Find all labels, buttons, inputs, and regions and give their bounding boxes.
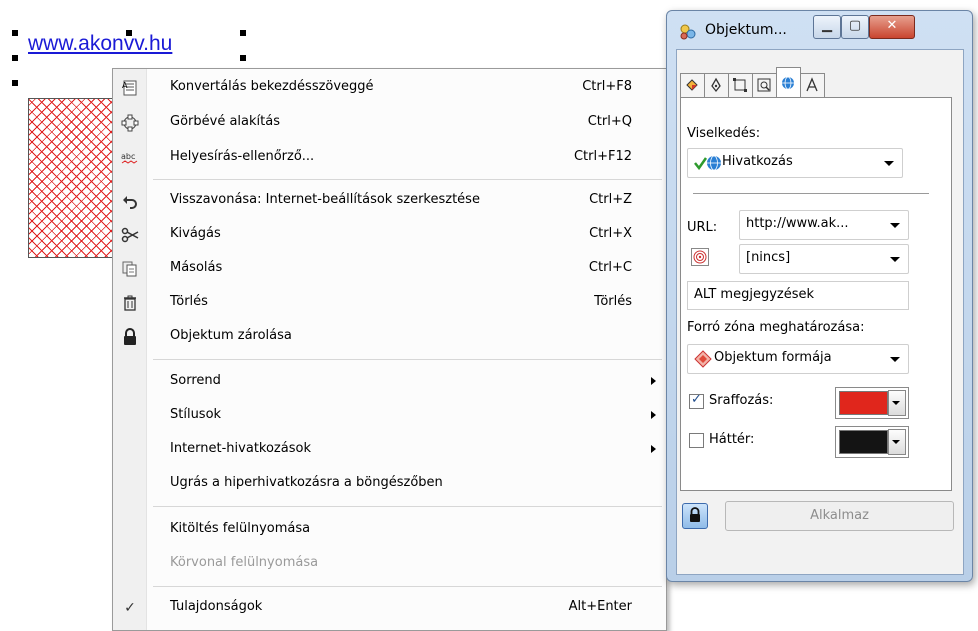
url-label: URL: bbox=[687, 220, 718, 235]
text-a-icon bbox=[806, 77, 818, 92]
menu-separator bbox=[153, 586, 662, 587]
color-dropdown-button[interactable] bbox=[888, 390, 906, 416]
maximize-button[interactable]: ▢ bbox=[841, 15, 869, 39]
svg-text:A: A bbox=[122, 81, 128, 90]
lock-icon bbox=[690, 507, 700, 522]
submenu-arrow-icon bbox=[651, 377, 656, 385]
menu-item-goto-hyperlink[interactable]: Ugrás a hiperhivatkozásra a böngészőben bbox=[113, 469, 666, 498]
submenu-arrow-icon bbox=[651, 445, 656, 453]
background-color-swatch bbox=[839, 430, 888, 454]
trash-icon bbox=[121, 294, 139, 312]
context-menu: A Konvertálás bekezdésszöveggé Ctrl+F8 G… bbox=[112, 68, 667, 631]
hatch-color-swatch bbox=[839, 391, 888, 415]
hatch-label: Sraffozás: bbox=[709, 393, 774, 408]
checkmark-icon: ✓ bbox=[124, 600, 136, 616]
globe-icon bbox=[782, 76, 794, 90]
copy-icon bbox=[121, 260, 139, 278]
selection-handle[interactable] bbox=[12, 80, 18, 86]
menu-separator bbox=[153, 359, 662, 360]
target-frame-dropdown[interactable]: [nincs] bbox=[739, 244, 909, 274]
tab-summary[interactable] bbox=[752, 73, 777, 98]
color-dropdown-button[interactable] bbox=[888, 429, 906, 455]
menu-item-overprint-fill[interactable]: Kitöltés felülnyomása bbox=[113, 515, 666, 544]
submenu-arrow-icon bbox=[651, 411, 656, 419]
hatch-color-picker[interactable] bbox=[835, 387, 909, 419]
menu-item-cut[interactable]: Kivágás Ctrl+X bbox=[113, 220, 666, 249]
menu-item-internet-links[interactable]: Internet-hivatkozások bbox=[113, 435, 666, 464]
minimize-button[interactable]: ▁ bbox=[813, 15, 841, 39]
chevron-down-icon bbox=[890, 257, 900, 262]
selection-handle[interactable] bbox=[12, 55, 18, 61]
selection-handle[interactable] bbox=[12, 30, 18, 36]
hatch-checkbox[interactable]: ✓ bbox=[689, 392, 704, 409]
apply-button[interactable]: Alkalmaz bbox=[725, 501, 954, 531]
svg-text:abc: abc bbox=[121, 152, 135, 161]
object-shape-icon bbox=[694, 350, 712, 368]
menu-item-convert-paragraph[interactable]: A Konvertálás bekezdésszöveggé Ctrl+F8 bbox=[113, 73, 666, 102]
properties-window-icon bbox=[679, 23, 697, 41]
menu-item-convert-to-curves[interactable]: Görbévé alakítás Ctrl+Q bbox=[113, 108, 666, 137]
chevron-down-icon bbox=[892, 440, 900, 444]
paint-bucket-icon bbox=[686, 79, 698, 91]
alt-comments-field[interactable]: ALT megjegyzések bbox=[687, 281, 909, 310]
hotspot-label: Forró zóna meghatározása: bbox=[687, 320, 865, 335]
tab-general[interactable] bbox=[728, 73, 753, 98]
chevron-down-icon bbox=[884, 161, 894, 166]
chevron-down-icon bbox=[890, 223, 900, 228]
menu-item-lock-object[interactable]: Objektum zárolása bbox=[113, 322, 666, 351]
menu-item-order[interactable]: Sorrend bbox=[113, 367, 666, 396]
minimize-icon: ▁ bbox=[822, 18, 832, 33]
background-label: Háttér: bbox=[709, 432, 755, 447]
menu-item-copy[interactable]: Másolás Ctrl+C bbox=[113, 254, 666, 283]
menu-separator bbox=[153, 179, 662, 180]
chevron-down-icon bbox=[890, 357, 900, 362]
tab-fill[interactable] bbox=[680, 73, 705, 98]
hatched-rectangle[interactable] bbox=[28, 98, 125, 258]
tab-outline[interactable] bbox=[704, 73, 729, 98]
tab-internet[interactable] bbox=[776, 67, 801, 98]
behavior-label: Viselkedés: bbox=[687, 126, 761, 141]
tab-text[interactable] bbox=[800, 73, 825, 98]
curve-icon bbox=[121, 114, 139, 132]
link-text-object[interactable]: www.akonvv.hu bbox=[28, 32, 172, 56]
menu-item-delete[interactable]: Törlés Törlés bbox=[113, 288, 666, 317]
background-checkbox[interactable] bbox=[689, 433, 704, 448]
menu-separator bbox=[153, 506, 662, 507]
object-properties-window: Objektum... ▁ ▢ ✕ Viselkedés: Hivatkozás bbox=[666, 10, 973, 582]
checkmark-icon: ✓ bbox=[691, 392, 702, 407]
undo-icon bbox=[121, 192, 139, 210]
menu-item-styles[interactable]: Stílusok bbox=[113, 401, 666, 430]
close-button[interactable]: ✕ bbox=[869, 15, 915, 39]
pen-nib-icon bbox=[711, 77, 721, 93]
menu-item-spellcheck[interactable]: abc Helyesírás-ellenőrző... Ctrl+F12 bbox=[113, 143, 666, 172]
background-color-picker[interactable] bbox=[835, 426, 909, 458]
hyperlink-globe-icon bbox=[694, 155, 721, 171]
maximize-icon: ▢ bbox=[848, 18, 862, 33]
hotspot-dropdown[interactable]: Objektum formája bbox=[687, 344, 909, 374]
menu-item-undo[interactable]: Visszavonása: Internet-beállítások szerk… bbox=[113, 186, 666, 215]
scissors-icon bbox=[121, 226, 139, 244]
zoom-frame-icon bbox=[757, 78, 771, 92]
menu-item-properties[interactable]: ✓ Tulajdonságok Alt+Enter bbox=[113, 593, 666, 622]
target-frame-icon bbox=[691, 248, 709, 266]
close-icon: ✕ bbox=[886, 18, 898, 33]
lock-icon bbox=[121, 328, 139, 346]
selection-handle[interactable] bbox=[240, 30, 246, 36]
menu-item-overprint-outline: Körvonal felülnyomása bbox=[170, 555, 319, 570]
paragraph-text-icon: A bbox=[121, 79, 139, 97]
selection-handle[interactable] bbox=[240, 55, 246, 61]
divider bbox=[693, 193, 929, 194]
url-field[interactable]: http://www.ak... bbox=[739, 210, 909, 240]
frame-icon bbox=[733, 78, 747, 92]
spellcheck-icon: abc bbox=[121, 149, 139, 167]
behavior-dropdown[interactable]: Hivatkozás bbox=[687, 148, 903, 178]
window-title: Objektum... bbox=[705, 22, 787, 38]
chevron-down-icon bbox=[892, 401, 900, 405]
internet-properties-panel: Viselkedés: Hivatkozás URL: http://www.a… bbox=[680, 97, 952, 491]
lock-toggle-button[interactable] bbox=[682, 503, 708, 529]
